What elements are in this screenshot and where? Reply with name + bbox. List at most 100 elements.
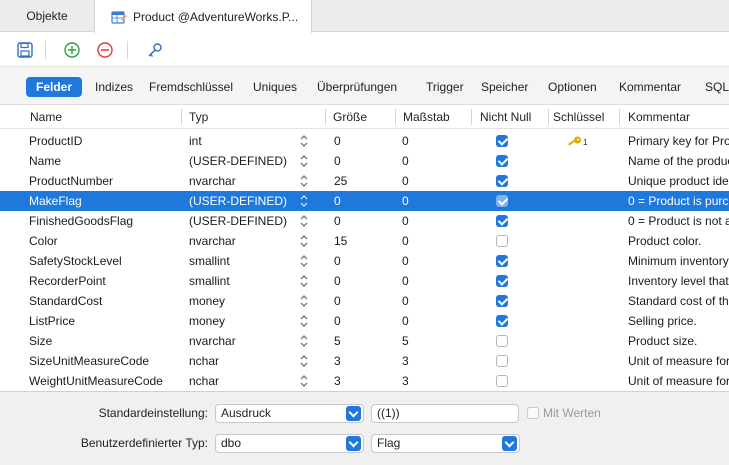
field-scale-cell[interactable]: 5	[402, 331, 462, 351]
field-type-cell[interactable]: nvarchar	[189, 231, 294, 251]
field-scale-cell[interactable]: 0	[402, 291, 462, 311]
type-stepper-icon[interactable]	[298, 171, 310, 191]
subtab-uniques[interactable]: Uniques	[253, 77, 297, 97]
field-name-cell[interactable]: WeightUnitMeasureCode	[29, 371, 179, 391]
field-size-cell[interactable]: 3	[334, 351, 394, 371]
field-comment-cell[interactable]: Primary key for Products	[628, 131, 729, 151]
field-type-cell[interactable]: smallint	[189, 271, 294, 291]
not-null-checkbox[interactable]	[496, 215, 508, 227]
field-scale-cell[interactable]: 0	[402, 151, 462, 171]
subtab-felder[interactable]: Felder	[26, 77, 83, 97]
tab-objects[interactable]: Objekte	[0, 0, 94, 32]
type-stepper-icon[interactable]	[298, 191, 310, 211]
field-name-cell[interactable]: Color	[29, 231, 179, 251]
type-stepper-icon[interactable]	[298, 331, 310, 351]
type-stepper-icon[interactable]	[298, 211, 310, 231]
field-size-cell[interactable]: 0	[334, 251, 394, 271]
field-name-cell[interactable]: RecorderPoint	[29, 271, 179, 291]
field-scale-cell[interactable]: 0	[402, 211, 462, 231]
field-comment-cell[interactable]: Name of the product	[628, 151, 729, 171]
field-type-cell[interactable]: nchar	[189, 371, 294, 391]
field-size-cell[interactable]: 0	[334, 191, 394, 211]
field-type-cell[interactable]: int	[189, 131, 294, 151]
not-null-checkbox[interactable]	[496, 195, 508, 207]
field-name-cell[interactable]: SafetyStockLevel	[29, 251, 179, 271]
field-type-cell[interactable]: (USER-DEFINED)	[189, 151, 294, 171]
save-button[interactable]	[15, 40, 35, 60]
add-field-button[interactable]	[62, 40, 82, 60]
remove-field-button[interactable]	[95, 40, 115, 60]
field-comment-cell[interactable]: Product size.	[628, 331, 729, 351]
column-header-not-null[interactable]: Nicht Null	[474, 105, 546, 129]
not-null-checkbox[interactable]	[496, 375, 508, 387]
type-stepper-icon[interactable]	[298, 131, 310, 151]
field-name-cell[interactable]: Name	[29, 151, 179, 171]
field-scale-cell[interactable]: 0	[402, 131, 462, 151]
column-header-scale[interactable]: Maßstab	[397, 105, 469, 129]
table-row[interactable]: ListPrice money 0 0 Selling price.	[0, 311, 729, 331]
field-name-cell[interactable]: StandardCost	[29, 291, 179, 311]
table-row[interactable]: Size nvarchar 5 5 Product size.	[0, 331, 729, 351]
subtab-sql[interactable]: SQL	[705, 77, 729, 97]
field-scale-cell[interactable]: 3	[402, 351, 462, 371]
field-size-cell[interactable]: 0	[334, 291, 394, 311]
subtab-kommentar[interactable]: Kommentar	[619, 77, 681, 97]
tab-product-design[interactable]: Product @AdventureWorks.P...	[94, 0, 312, 33]
type-stepper-icon[interactable]	[298, 311, 310, 331]
field-name-cell[interactable]: FinishedGoodsFlag	[29, 211, 179, 231]
field-size-cell[interactable]: 0	[334, 311, 394, 331]
type-stepper-icon[interactable]	[298, 371, 310, 391]
table-row[interactable]: Color nvarchar 15 0 Product color.	[0, 231, 729, 251]
type-stepper-icon[interactable]	[298, 231, 310, 251]
field-comment-cell[interactable]: Unit of measure for Size	[628, 351, 729, 371]
field-comment-cell[interactable]: 0 = Product is not a salable item	[628, 211, 729, 231]
not-null-checkbox[interactable]	[496, 255, 508, 267]
field-comment-cell[interactable]: Selling price.	[628, 311, 729, 331]
field-scale-cell[interactable]: 0	[402, 271, 462, 291]
not-null-checkbox[interactable]	[496, 135, 508, 147]
field-comment-cell[interactable]: Inventory level that triggers	[628, 271, 729, 291]
column-header-comment[interactable]: Kommentar	[622, 105, 729, 129]
field-name-cell[interactable]: ProductID	[29, 131, 179, 151]
field-size-cell[interactable]: 0	[334, 151, 394, 171]
not-null-checkbox[interactable]	[496, 155, 508, 167]
subtab-fremdschluessel[interactable]: Fremdschlüssel	[149, 77, 233, 97]
field-comment-cell[interactable]: Product color.	[628, 231, 729, 251]
field-type-cell[interactable]: nvarchar	[189, 331, 294, 351]
field-type-cell[interactable]: money	[189, 291, 294, 311]
field-type-cell[interactable]: (USER-DEFINED)	[189, 211, 294, 231]
field-name-cell[interactable]: ProductNumber	[29, 171, 179, 191]
table-row[interactable]: ProductNumber nvarchar 25 0 Unique product i…	[0, 171, 729, 191]
field-size-cell[interactable]: 3	[334, 371, 394, 391]
column-header-name[interactable]: Name	[24, 105, 180, 129]
not-null-checkbox[interactable]	[496, 235, 508, 247]
field-type-cell[interactable]: money	[189, 311, 294, 331]
table-row[interactable]: FinishedGoodsFlag (USER-DEFINED) 0 0 0 = Pro…	[0, 211, 729, 231]
udt-type-select[interactable]: Flag	[371, 434, 520, 453]
with-values-checkbox[interactable]	[527, 407, 539, 419]
table-row[interactable]: MakeFlag (USER-DEFINED) 0 0 0 = Product is p…	[0, 191, 729, 211]
table-row[interactable]: WeightUnitMeasureCode nchar 3 3 Unit of meas…	[0, 371, 729, 391]
column-header-size[interactable]: Größe	[327, 105, 393, 129]
type-stepper-icon[interactable]	[298, 271, 310, 291]
field-type-cell[interactable]: nchar	[189, 351, 294, 371]
table-row[interactable]: ProductID int 00 1 Primary key for Products	[0, 131, 729, 151]
field-comment-cell[interactable]: Standard cost of the product	[628, 291, 729, 311]
table-row[interactable]: SafetyStockLevel smallint 0 0 Minimum invent…	[0, 251, 729, 271]
not-null-checkbox[interactable]	[496, 275, 508, 287]
type-stepper-icon[interactable]	[298, 291, 310, 311]
column-header-key[interactable]: Schlüssel	[547, 105, 617, 129]
field-size-cell[interactable]: 5	[334, 331, 394, 351]
type-stepper-icon[interactable]	[298, 351, 310, 371]
field-size-cell[interactable]: 15	[334, 231, 394, 251]
field-scale-cell[interactable]: 0	[402, 231, 462, 251]
field-comment-cell[interactable]: Minimum inventory quantity	[628, 251, 729, 271]
field-comment-cell[interactable]: 0 = Product is purchased	[628, 191, 729, 211]
field-type-cell[interactable]: smallint	[189, 251, 294, 271]
field-size-cell[interactable]: 0	[334, 211, 394, 231]
field-comment-cell[interactable]: Unique product identification number	[628, 171, 729, 191]
table-row[interactable]: StandardCost money 00 Standard cost of the …	[0, 291, 729, 311]
field-size-cell[interactable]: 25	[334, 171, 394, 191]
not-null-checkbox[interactable]	[496, 175, 508, 187]
primary-key-button[interactable]	[145, 40, 165, 60]
